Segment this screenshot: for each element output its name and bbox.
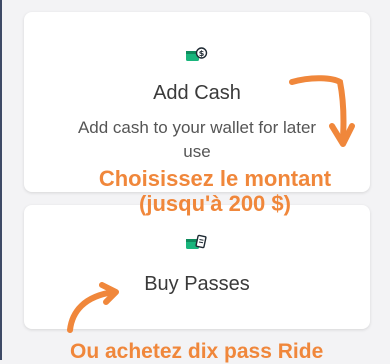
arrow-down-icon <box>289 75 355 147</box>
passes-annotation: Ou achetez dix pass Ride <box>70 340 324 363</box>
amount-annotation: Choisissez le montant (jusqu'à 200 $) <box>72 166 358 216</box>
wallet-cash-icon: $ <box>186 46 208 64</box>
amount-annotation-line1: Choisissez le montant <box>98 166 332 191</box>
svg-text:$: $ <box>199 49 205 58</box>
wallet-ticket-icon <box>186 234 208 252</box>
amount-annotation-line2: (jusqu'à 200 $) <box>139 191 291 216</box>
arrow-up-right-icon <box>67 282 119 333</box>
left-edge-strip <box>0 0 2 360</box>
